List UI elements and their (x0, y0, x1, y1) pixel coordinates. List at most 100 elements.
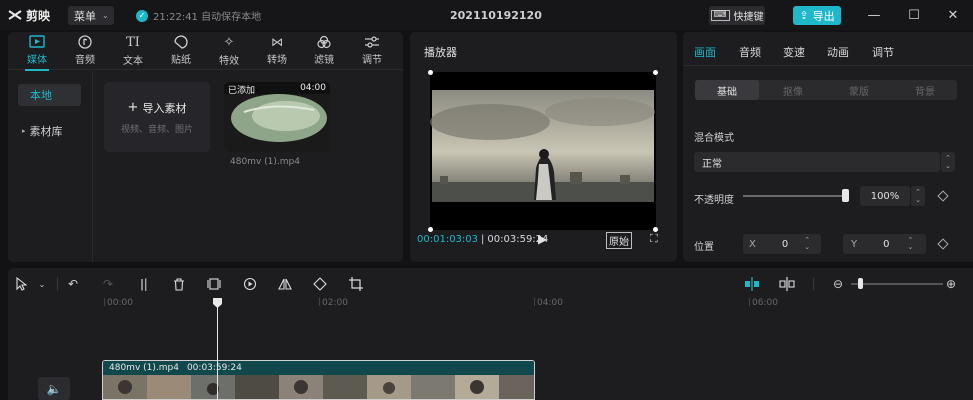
tab-sticker[interactable]: 贴纸 (163, 35, 199, 69)
track-mute-icon[interactable]: 🔈 (38, 377, 70, 400)
reverse-icon[interactable] (242, 276, 258, 292)
audio-icon (78, 35, 92, 49)
blend-mode-label: 混合模式 (694, 133, 734, 144)
capcut-logo-icon (8, 10, 22, 20)
y-value: 0 (883, 238, 890, 250)
tab-speed[interactable]: 变速 (783, 44, 805, 60)
keyframe-icon[interactable] (937, 190, 949, 202)
track-clip-name: 480mv (1).mp4 (109, 363, 179, 373)
effect-icon: ✧ (223, 35, 235, 50)
shortcut-label: 快捷键 (733, 12, 764, 23)
position-label: 位置 (694, 242, 714, 253)
media-sidebar: 本地 ▸ 素材库 (8, 71, 93, 262)
link-clips-icon[interactable] (779, 276, 795, 292)
delete-icon[interactable] (171, 276, 187, 292)
app-name: 剪映 (26, 8, 51, 23)
tab-text[interactable]: TI 文本 (115, 35, 151, 69)
select-cursor-icon[interactable] (13, 276, 29, 292)
opacity-slider[interactable] (743, 195, 847, 197)
split-icon[interactable]: ǀ| (136, 276, 152, 292)
export-button[interactable]: ⇪ 导出 (793, 6, 841, 25)
video-track-clip[interactable]: 480mv (1).mp4 00:03:59:24 (102, 360, 535, 400)
auto-snap-icon[interactable] (744, 276, 760, 292)
tab-audio[interactable]: 音频 (67, 35, 103, 69)
current-time: 00:01:03:03 (417, 234, 479, 245)
sidebar-item-local[interactable]: 本地 (18, 84, 81, 106)
keyboard-icon: ⌨ (710, 10, 730, 21)
subtab-matting[interactable]: 抠像 (761, 80, 825, 100)
x-stepper[interactable]: ⌃ ⌄ (804, 237, 810, 251)
maximize-icon[interactable]: ☐ (906, 7, 922, 23)
fullscreen-icon[interactable]: ⛶ (650, 232, 658, 246)
ratio-button[interactable]: 原始 (606, 232, 632, 249)
close-icon[interactable]: ✕ (945, 7, 961, 23)
video-preview[interactable] (428, 70, 658, 232)
shortcut-button[interactable]: ⌨ 快捷键 (709, 6, 765, 25)
crop-icon[interactable] (348, 276, 364, 292)
rotate-icon[interactable] (312, 276, 328, 292)
sidebar-item-library[interactable]: ▸ 素材库 (18, 120, 81, 142)
play-icon[interactable]: ▶ (538, 232, 547, 246)
ruler-label: 04:00 (537, 298, 563, 308)
opacity-value[interactable]: 100% (860, 186, 910, 206)
tab-audio-props[interactable]: 音频 (739, 44, 761, 60)
autosave-status: ✓ 21:22:41 自动保存本地 (136, 8, 261, 23)
ruler-tick (534, 298, 535, 306)
freeze-frame-icon[interactable] (206, 276, 222, 292)
divider (683, 65, 973, 66)
resize-handle[interactable] (428, 227, 433, 232)
subtab-background[interactable]: 背景 (893, 80, 957, 100)
subtab-basic[interactable]: 基础 (695, 80, 759, 100)
y-label: Y (851, 238, 858, 250)
tab-adjust-props[interactable]: 调节 (872, 44, 894, 60)
media-clip-thumbnail[interactable]: 已添加 04:00 (224, 82, 330, 152)
sidebar-item-library-label: 素材库 (29, 125, 63, 138)
filter-icon (317, 35, 331, 49)
menu-button[interactable]: 菜单 ⌄ (68, 6, 114, 25)
subtab-mask[interactable]: 蒙版 (827, 80, 891, 100)
chevron-down-icon: ⌄ (102, 11, 109, 20)
tab-filter[interactable]: 滤镜 (306, 35, 342, 69)
position-y-field[interactable]: Y 0 ⌃ ⌄ (843, 234, 926, 254)
chevron-down-icon[interactable]: ⌄ (34, 276, 50, 292)
clip-filename: 480mv (1).mp4 (230, 157, 300, 167)
export-icon: ⇪ (799, 9, 809, 22)
y-stepper[interactable]: ⌃ ⌄ (907, 237, 913, 251)
track-filmstrip (103, 375, 534, 399)
tab-transition[interactable]: ⋈ 转场 (259, 35, 295, 69)
tab-media[interactable]: 媒体 (19, 35, 55, 71)
keyframe-icon[interactable] (937, 238, 949, 250)
playhead[interactable] (217, 298, 218, 400)
mirror-icon[interactable] (277, 276, 293, 292)
zoom-in-icon[interactable]: ⊕ (943, 276, 959, 292)
import-media-button[interactable]: + 导入素材 视频、音频、图片 (104, 82, 210, 152)
opacity-slider-handle[interactable] (842, 189, 849, 202)
resize-handle[interactable] (653, 70, 658, 75)
blend-mode-select[interactable]: 正常 (694, 152, 940, 172)
player-title: 播放器 (424, 46, 457, 59)
timeline-ruler[interactable]: 00:00 02:00 04:00 06:00 (8, 298, 973, 310)
plus-icon: + (127, 100, 139, 115)
clip-added-badge: 已添加 (228, 86, 256, 96)
tab-sticker-label: 贴纸 (171, 55, 191, 66)
undo-icon[interactable]: ↶ (65, 276, 81, 292)
tab-adjust[interactable]: 调节 (354, 35, 390, 69)
redo-icon[interactable]: ↷ (100, 276, 116, 292)
ruler-tick (104, 298, 105, 306)
autosave-text: 21:22:41 自动保存本地 (153, 12, 262, 23)
tab-animation[interactable]: 动画 (827, 44, 849, 60)
position-x-field[interactable]: X 0 ⌃ ⌄ (743, 234, 821, 254)
ruler-tick (319, 298, 320, 306)
zoom-slider-handle[interactable] (858, 278, 863, 289)
tab-picture[interactable]: 画面 (694, 44, 716, 60)
app-logo: 剪映 (8, 7, 50, 23)
tab-effect[interactable]: ✧ 特效 (211, 35, 247, 69)
resize-handle[interactable] (428, 70, 433, 75)
zoom-out-icon[interactable]: ⊖ (830, 276, 846, 292)
tab-effect-label: 特效 (219, 56, 239, 67)
minimize-icon[interactable]: — (866, 7, 882, 23)
opacity-stepper[interactable]: ⌃ ⌄ (911, 186, 925, 206)
track-header: 480mv (1).mp4 00:03:59:24 (103, 361, 534, 375)
blend-stepper[interactable]: ⌃ ⌄ (941, 152, 955, 172)
zoom-slider[interactable] (851, 283, 943, 285)
